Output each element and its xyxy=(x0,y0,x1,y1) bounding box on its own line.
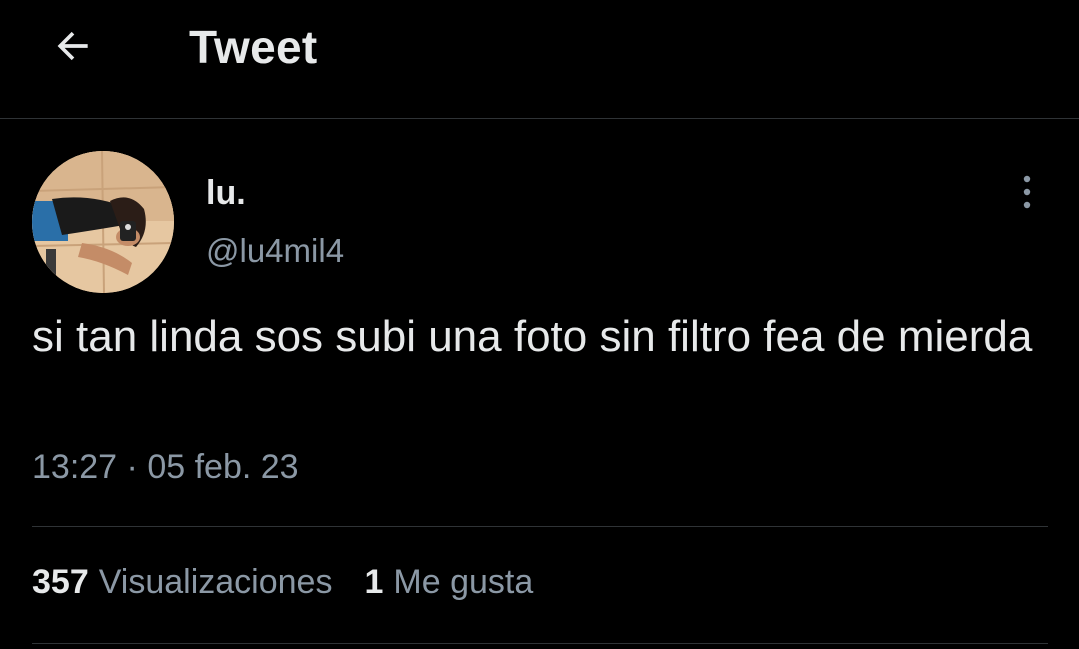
vertical-ellipsis-icon xyxy=(1021,173,1033,216)
tweet-text: si tan linda sos subi una foto sin filtr… xyxy=(32,312,1033,361)
likes-stat[interactable]: 1 Me gusta xyxy=(364,563,533,602)
back-button[interactable] xyxy=(40,20,106,76)
profile-photo xyxy=(32,151,174,293)
views-label: Visualizaciones xyxy=(98,563,333,601)
likes-count: 1 xyxy=(364,563,384,601)
timestamp-separator: · xyxy=(126,448,138,486)
author-handle[interactable]: @lu4mil4 xyxy=(206,232,344,270)
views-count: 357 xyxy=(32,563,89,601)
likes-label: Me gusta xyxy=(393,563,534,601)
tweet-stats: 357 Visualizaciones 1 Me gusta xyxy=(32,563,533,602)
tweet-date: 05 feb. 23 xyxy=(147,448,299,486)
tweet-timestamp[interactable]: 13:27 · 05 feb. 23 xyxy=(32,448,299,487)
more-options-button[interactable] xyxy=(1008,172,1046,216)
divider xyxy=(32,526,1048,527)
avatar[interactable] xyxy=(32,151,174,293)
top-bar: Tweet xyxy=(0,0,1079,119)
page-title: Tweet xyxy=(189,21,318,73)
views-stat[interactable]: 357 Visualizaciones xyxy=(32,563,332,602)
tweet-time: 13:27 xyxy=(32,448,118,486)
author-display-name[interactable]: lu. xyxy=(206,174,246,213)
arrow-left-icon xyxy=(51,24,95,73)
divider xyxy=(32,643,1048,644)
